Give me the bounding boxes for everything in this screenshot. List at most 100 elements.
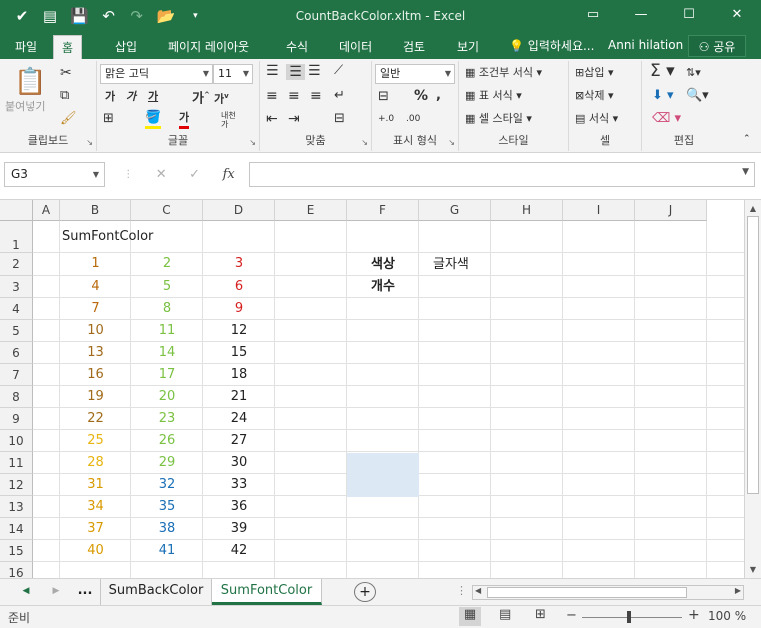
- scroll-up-icon[interactable]: ▲: [745, 200, 761, 217]
- zoom-in-button[interactable]: +: [688, 607, 700, 623]
- row-header-16[interactable]: 16: [0, 562, 33, 578]
- increase-decimal-icon[interactable]: +.0: [378, 111, 394, 127]
- paste-button[interactable]: 붙여넣기: [5, 99, 45, 115]
- find-select-icon[interactable]: 🔍▾: [686, 88, 709, 104]
- row-header-4[interactable]: 4: [0, 298, 33, 320]
- conditional-formatting-button[interactable]: ▦ 조건부 서식 ▾: [465, 65, 542, 81]
- share-button[interactable]: ⚇ 공유: [688, 35, 746, 57]
- clear-icon[interactable]: ⌫ ▾: [652, 111, 681, 127]
- formula-input[interactable]: ▼: [249, 162, 755, 187]
- insert-function-icon[interactable]: fx: [223, 167, 235, 182]
- number-format-combo[interactable]: 일반 ▼: [375, 64, 455, 84]
- tab-1[interactable]: 홈: [53, 35, 83, 59]
- comma-style-icon[interactable]: ,: [436, 88, 441, 104]
- cell-d10[interactable]: 27: [203, 430, 275, 452]
- cell-b10[interactable]: 25: [60, 430, 131, 452]
- format-painter-icon[interactable]: 🖌: [60, 111, 77, 127]
- decrease-indent-icon[interactable]: ⇤: [266, 111, 278, 127]
- cell-c8[interactable]: 20: [131, 386, 203, 408]
- vertical-scroll-thumb[interactable]: [747, 216, 759, 494]
- grow-font-icon[interactable]: 가^: [192, 87, 210, 107]
- column-header-c[interactable]: C: [131, 200, 203, 221]
- cell-b4[interactable]: 7: [60, 298, 131, 320]
- page-break-view-icon[interactable]: ⊞: [535, 607, 546, 622]
- borders-icon[interactable]: ⊞: [103, 111, 114, 127]
- tab-splitter-icon[interactable]: ⋮: [456, 579, 467, 605]
- percent-style-icon[interactable]: %: [414, 88, 428, 104]
- cell-c6[interactable]: 14: [131, 342, 203, 364]
- cell-c7[interactable]: 17: [131, 364, 203, 386]
- column-header-f[interactable]: F: [347, 200, 419, 221]
- tab-6[interactable]: 검토: [403, 38, 425, 55]
- column-header-j[interactable]: J: [635, 200, 707, 221]
- cell-b5[interactable]: 10: [60, 320, 131, 342]
- row-header-2[interactable]: 2: [0, 253, 33, 276]
- cell-d7[interactable]: 18: [203, 364, 275, 386]
- cell-d3[interactable]: 6: [203, 276, 275, 298]
- tab-2[interactable]: 삽입: [115, 38, 137, 55]
- row-header-5[interactable]: 5: [0, 320, 33, 342]
- horizontal-scroll-thumb[interactable]: [487, 587, 687, 598]
- cell-c10[interactable]: 26: [131, 430, 203, 452]
- close-button[interactable]: ✕: [713, 0, 761, 33]
- tab-3[interactable]: 페이지 레이아웃: [168, 38, 249, 55]
- tab-4[interactable]: 수식: [286, 38, 308, 55]
- spreadsheet-grid[interactable]: ABCDEFGHIJ 1 2 3 4 5 6 7 8 9 10 11 12 13 14 15 16 SumFo…: [0, 200, 744, 578]
- align-right-icon[interactable]: ≡: [310, 88, 322, 104]
- wrap-text-icon[interactable]: ↵: [334, 88, 345, 104]
- cell-d8[interactable]: 21: [203, 386, 275, 408]
- cell-styles-button[interactable]: ▦ 셀 스타일 ▾: [465, 111, 532, 127]
- cell-c9[interactable]: 23: [131, 408, 203, 430]
- insert-cells-button[interactable]: ⊞삽입 ▾: [575, 65, 614, 81]
- format-cells-button[interactable]: ▤ 서식 ▾: [575, 111, 618, 127]
- cell-d5[interactable]: 12: [203, 320, 275, 342]
- add-sheet-button[interactable]: +: [354, 582, 376, 602]
- font-color-icon[interactable]: 가: [179, 110, 190, 129]
- cell-b6[interactable]: 13: [60, 342, 131, 364]
- maximize-button[interactable]: ☐: [665, 0, 713, 33]
- scroll-left-icon[interactable]: ◀: [475, 586, 481, 595]
- scroll-down-icon[interactable]: ▼: [745, 561, 761, 578]
- cell-c13[interactable]: 35: [131, 496, 203, 518]
- cut-icon[interactable]: ✂: [60, 65, 72, 81]
- sheet-tab-sumbackcolor[interactable]: SumBackColor: [100, 579, 212, 605]
- next-sheet-icon[interactable]: ▶: [46, 579, 66, 605]
- underline-button[interactable]: 가: [148, 89, 158, 105]
- zoom-slider-track[interactable]: [582, 617, 682, 618]
- cell-g2[interactable]: 글자색: [433, 254, 469, 276]
- italic-button[interactable]: 가: [126, 89, 136, 105]
- cancel-entry-icon[interactable]: ✕: [156, 167, 167, 182]
- cell-d9[interactable]: 24: [203, 408, 275, 430]
- row-header-8[interactable]: 8: [0, 386, 33, 408]
- cell-d6[interactable]: 15: [203, 342, 275, 364]
- collapse-ribbon-icon[interactable]: ⌃: [743, 131, 751, 147]
- cell-c15[interactable]: 41: [131, 540, 203, 562]
- cell-b11[interactable]: 28: [60, 452, 131, 474]
- column-header-a[interactable]: A: [33, 200, 60, 221]
- align-top-icon[interactable]: ☰: [266, 63, 279, 79]
- cell-b15[interactable]: 40: [60, 540, 131, 562]
- dialog-launcher-icon[interactable]: ↘: [361, 138, 368, 147]
- more-sheets-button[interactable]: ...: [72, 579, 98, 605]
- tab-7[interactable]: 보기: [457, 38, 479, 55]
- normal-view-icon[interactable]: ▦: [459, 607, 481, 626]
- row-header-14[interactable]: 14: [0, 518, 33, 540]
- dialog-launcher-icon[interactable]: ↘: [448, 138, 455, 147]
- row-header-6[interactable]: 6: [0, 342, 33, 364]
- fill-color-icon[interactable]: 🪣: [145, 110, 162, 129]
- autosum-icon[interactable]: Σ ▾: [650, 63, 675, 80]
- cell-b14[interactable]: 37: [60, 518, 131, 540]
- user-name[interactable]: Anni hilation: [608, 38, 683, 52]
- font-size-combo[interactable]: 11 ▼: [213, 64, 253, 84]
- cell-b13[interactable]: 34: [60, 496, 131, 518]
- column-header-e[interactable]: E: [275, 200, 347, 221]
- cell-b8[interactable]: 19: [60, 386, 131, 408]
- cell-c11[interactable]: 29: [131, 452, 203, 474]
- format-as-table-button[interactable]: ▦ 표 서식 ▾: [465, 88, 522, 104]
- cell-c3[interactable]: 5: [131, 276, 203, 298]
- column-header-h[interactable]: H: [491, 200, 563, 221]
- row-header-3[interactable]: 3: [0, 276, 33, 298]
- scroll-right-icon[interactable]: ▶: [735, 586, 741, 595]
- cell-b12[interactable]: 31: [60, 474, 131, 496]
- fill-icon[interactable]: ⬇ ▾: [652, 88, 674, 104]
